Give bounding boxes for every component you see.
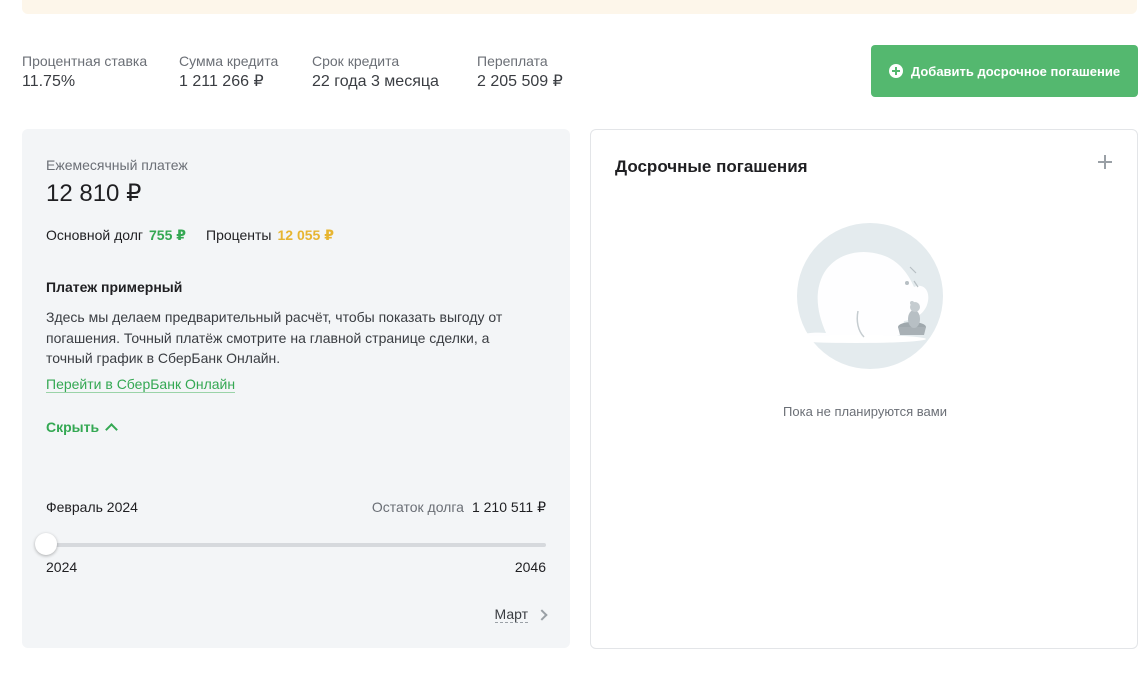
stat-amount: Сумма кредита 1 211 266 ₽ [179,53,278,92]
monthly-payment-value: 12 810 ₽ [46,180,142,207]
stat-rate: Процентная ставка 11.75% [22,53,147,92]
chevron-up-icon [105,422,118,436]
stat-term: Срок кредита 22 года 3 месяца [312,53,439,92]
add-early-payment-button[interactable]: Добавить досрочное погашение [871,45,1138,97]
slider-start-year: 2024 [46,559,78,575]
stat-overpayment: Переплата 2 205 509 ₽ [477,53,563,92]
empty-state-text: Пока не планируются вами [783,404,947,419]
timeline-slider[interactable] [46,543,546,547]
payment-split: Основной долг 755 ₽ Проценты 12 055 ₽ [46,227,334,244]
empty-state-illustration [786,223,943,369]
chevron-right-icon [536,608,548,621]
interest-label: Проценты [206,227,272,243]
stat-overpayment-label: Переплата [477,53,548,69]
slider-end-year: 2046 [514,559,546,575]
monthly-payment-label: Ежемесячный платеж [46,157,188,173]
early-payments-title: Досрочные погашения [615,157,808,176]
sberbank-online-link[interactable]: Перейти в СберБанк Онлайн [46,376,236,393]
interest-value: 12 055 ₽ [277,227,334,243]
plus-circle-icon [888,64,903,78]
plus-icon[interactable] [1098,155,1112,169]
next-month-button[interactable]: Март [494,606,548,623]
hide-label: Скрыть [46,419,100,435]
add-early-payment-label: Добавить досрочное погашение [910,63,1121,79]
debt-remaining-value: 1 210 511 ₽ [471,499,546,515]
debt-remaining-label: Остаток долга [371,499,464,515]
timeline-slider-thumb[interactable] [35,533,57,555]
payment-card: Ежемесячный платеж 12 810 ₽ Основной дол… [22,129,570,648]
principal-value: 755 ₽ [149,227,186,243]
stat-overpayment-value: 2 205 509 ₽ [477,73,563,90]
approx-title: Платеж примерный [46,279,183,295]
stat-rate-value: 11.75% [22,73,76,90]
selected-month: Февраль 2024 [46,499,138,515]
early-payments-card: Досрочные погашения Пока не планируются … [590,129,1138,649]
stat-rate-label: Процентная ставка [22,53,148,69]
principal-label: Основной долг [46,227,143,243]
hide-button[interactable]: Скрыть [46,419,118,436]
stat-term-value: 22 года 3 месяца [312,73,439,90]
stat-term-label: Срок кредита [312,53,400,69]
stat-amount-label: Сумма кредита [179,53,279,69]
next-month-label: Март [494,606,528,623]
stat-amount-value: 1 211 266 ₽ [179,73,264,90]
top-banner [22,0,1137,14]
approx-text: Здесь мы делаем предварительный расчёт, … [46,309,503,366]
debt-remaining: Остаток долга 1 210 511 ₽ [372,499,546,516]
